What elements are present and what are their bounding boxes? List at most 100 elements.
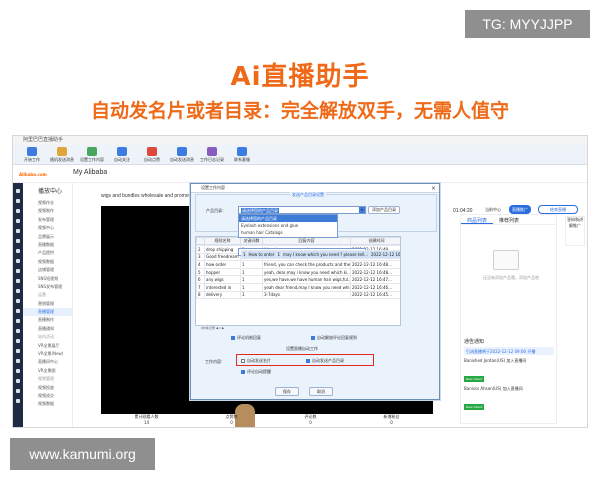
nav-item[interactable]: 直播管理 (23, 308, 72, 317)
sidebar-icon[interactable] (16, 279, 20, 283)
column-header[interactable] (196, 237, 205, 245)
sidebar-icon[interactable] (16, 309, 20, 313)
sidebar-icon[interactable] (16, 289, 20, 293)
nav-item[interactable]: 直播数据 (23, 241, 72, 249)
toolbar-item[interactable]: 随机发送消息 (47, 145, 77, 165)
sidebar-icon[interactable] (16, 219, 20, 223)
sidebar-icon[interactable] (16, 209, 20, 213)
toolbar-item[interactable]: 自动点赞 (137, 145, 167, 165)
icon-sidebar (13, 183, 23, 427)
header-title: My Alibaba (73, 169, 108, 176)
column-header[interactable]: 关键词数 (240, 237, 263, 245)
toolbar-item[interactable]: 开始工作 (17, 145, 47, 165)
add-catalog-button[interactable]: 添加产品目录 (368, 206, 400, 214)
nav-item[interactable]: 直播间中心 (23, 358, 72, 366)
nav-item[interactable]: VR全景图 (23, 367, 72, 375)
nav-item[interactable]: 视频作业 (23, 199, 72, 207)
table-cell: 5 (196, 267, 205, 277)
dropdown-option[interactable]: Eyelash extensions and glue (239, 222, 337, 229)
reply-rules-checkbox[interactable]: 评论机制回复 (231, 335, 261, 341)
sidebar-icon[interactable] (16, 319, 20, 323)
sidebar-icon[interactable] (16, 329, 20, 333)
save-button[interactable]: 保存 (275, 387, 299, 396)
sidebar-icon[interactable] (16, 349, 20, 353)
nav-item[interactable]: 品牌展示 (23, 233, 72, 241)
table-cell: 2 (196, 245, 205, 254)
nav-item[interactable]: 视频中心 (23, 224, 72, 232)
nav-item[interactable]: SNS短视频 (23, 275, 72, 283)
sidebar-icon[interactable] (16, 259, 20, 263)
table-row[interactable]: 6 any wigs 1 yes,we have.we have human hair… (196, 275, 400, 284)
nav-item[interactable]: 视频投放 (23, 384, 72, 392)
nav-item[interactable]: 运营 (23, 291, 72, 299)
end-live-button[interactable]: 结束直播 (538, 205, 578, 214)
nav-item[interactable]: 营销管理 (23, 300, 72, 308)
table-cell: 2022-12-12 16:45... (350, 290, 400, 300)
log-icon (207, 147, 217, 156)
toolbar-item[interactable]: 自动关注 (107, 145, 137, 165)
nav-item[interactable]: VR全景展厅 (23, 342, 72, 350)
toolbar-item[interactable]: 自动发送消息 (167, 145, 197, 165)
toolbar-item[interactable]: 设置工作内容 (77, 145, 107, 165)
sidebar-icon[interactable] (16, 269, 20, 273)
sidebar-icon[interactable] (16, 379, 20, 383)
column-header[interactable]: 回复内容 (262, 237, 351, 245)
nav-item[interactable]: 直播通知 (23, 325, 72, 333)
nav-item[interactable]: 店铺管理 (23, 266, 72, 274)
table-row[interactable]: 1 How to order 1 may I know which you need … (238, 248, 400, 259)
sidebar-icon[interactable] (16, 239, 20, 243)
nav-item[interactable]: SNS发布管理 (23, 283, 72, 291)
nav-item[interactable]: 直播制作 (23, 316, 72, 324)
toolbar-item[interactable]: 工作日志记录 (197, 145, 227, 165)
sidebar-icon[interactable] (16, 199, 20, 203)
table-row[interactable]: 5 hopper 1 yeah, dear,may i know you need w… (196, 267, 400, 277)
auto-follow-checkbox[interactable]: 评论自动提醒 (241, 369, 271, 375)
catalog-select[interactable]: 请选择您的产品目录 ▾ (238, 206, 366, 214)
toolbar-item[interactable]: 联系客服 (227, 145, 257, 165)
window-title: 阿里巴巴直播助手 (13, 136, 587, 145)
nav-item[interactable]: 视频数据 (23, 400, 72, 408)
table-row[interactable]: 4 how order 1 friend, you can check the pro… (196, 260, 400, 269)
nav-item[interactable]: 站内活动 (23, 333, 72, 341)
sidebar-icon[interactable] (16, 249, 20, 253)
stat-value: 14 (143, 420, 150, 425)
auto-eval-checkbox[interactable]: 自动解放评论回复规则 (311, 335, 357, 341)
nav-item[interactable]: 产品提供 (23, 249, 72, 257)
table-row[interactable]: 7 interested in 1 yeah dear friend,may I kn… (196, 282, 400, 292)
header-button-center[interactable]: 当前中心 (483, 205, 503, 214)
header-button-promote[interactable]: 直播推广 (509, 205, 531, 214)
sidebar-icon[interactable] (16, 299, 20, 303)
send-catalog-checkbox[interactable]: 自动发送产品目录 (306, 358, 344, 364)
tab-products[interactable]: 商品列表 (461, 215, 494, 224)
column-header[interactable]: 创建时间 (350, 237, 400, 245)
dropdown-option[interactable]: human hair Catalogs (239, 229, 337, 236)
nav-item[interactable]: 发布管理 (23, 216, 72, 224)
help-widget[interactable]: 答辩和讲解推广 (565, 216, 585, 246)
catalog-dropdown: 请选择您的产品目录 Eyelash extensions and glue hu… (238, 214, 338, 238)
column-header[interactable]: 规则名称 (204, 237, 241, 245)
sidebar-icon[interactable] (16, 339, 20, 343)
nav-item[interactable]: 视频成交 (23, 392, 72, 400)
sidebar-icon[interactable] (16, 359, 20, 363)
send-card-checkbox[interactable]: 自动发送名片 (241, 358, 271, 364)
sidebar-icon[interactable] (16, 369, 20, 373)
tab-recommend[interactable]: 推荐列表 (493, 215, 525, 224)
sidebar-icon[interactable] (16, 399, 20, 403)
dropdown-option[interactable]: 请选择您的产品目录 (239, 215, 337, 222)
nav-item[interactable]: 视频数据 (23, 258, 72, 266)
chevron-down-icon: ▾ (359, 207, 365, 213)
close-icon[interactable]: × (431, 185, 436, 192)
sidebar-icon[interactable] (16, 389, 20, 393)
nav-item[interactable]: VR全景(New) (23, 350, 72, 358)
notice-title: 通告通知 (464, 339, 485, 345)
sidebar-icon[interactable] (16, 189, 20, 193)
sidebar-icon[interactable] (16, 229, 20, 233)
table-row[interactable]: 8 delivery 1 3-7days 2022-12-12 16:45... (196, 290, 400, 300)
cancel-button[interactable]: 取消 (309, 387, 333, 396)
table-cell: drop shipping (204, 245, 241, 254)
table-pagination[interactable]: 共8条记录 ◀ 1 ▶ (195, 326, 401, 331)
nav-item[interactable]: 视频制作 (23, 207, 72, 215)
nav-item[interactable]: 视频管理 (23, 375, 72, 383)
alibaba-logo: Alibaba.com (19, 171, 47, 177)
table-cell: 8 (196, 290, 205, 300)
